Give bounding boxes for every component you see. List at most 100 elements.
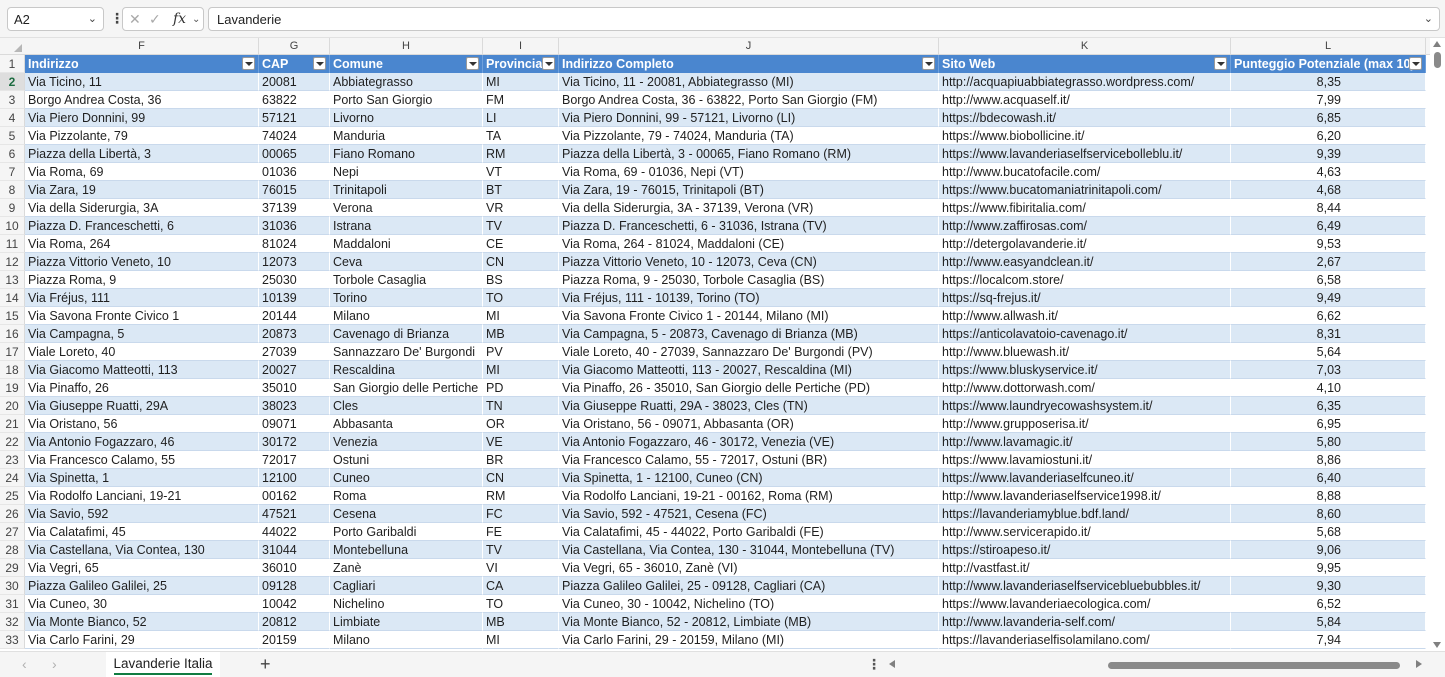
table-cell[interactable]: CN xyxy=(483,253,559,271)
table-cell[interactable]: 25030 xyxy=(259,271,330,289)
table-cell[interactable]: Via Campagna, 5 - 20873, Cavenago di Bri… xyxy=(559,325,939,343)
row-number[interactable]: 21 xyxy=(0,415,25,433)
chevron-down-icon[interactable]: ⌄ xyxy=(88,12,97,25)
table-cell[interactable]: FE xyxy=(483,523,559,541)
table-cell[interactable]: 8,44 xyxy=(1231,199,1426,217)
table-cell[interactable]: http://www.zaffirosas.com/ xyxy=(939,217,1231,235)
table-cell[interactable]: http://vastfast.it/ xyxy=(939,559,1231,577)
table-cell[interactable]: Livorno xyxy=(330,109,483,127)
table-cell[interactable]: 37139 xyxy=(259,199,330,217)
table-cell[interactable]: https://www.lavamiostuni.it/ xyxy=(939,451,1231,469)
filter-dropdown-icon[interactable] xyxy=(1214,57,1227,70)
table-cell[interactable]: Via Giacomo Matteotti, 113 - 20027, Resc… xyxy=(559,361,939,379)
table-cell[interactable]: TO xyxy=(483,289,559,307)
table-cell[interactable]: Via Savona Fronte Civico 1 xyxy=(25,307,259,325)
row-number[interactable]: 7 xyxy=(0,163,25,181)
table-cell[interactable]: Piazza Roma, 9 xyxy=(25,271,259,289)
table-cell[interactable]: Abbiategrasso xyxy=(330,73,483,91)
table-cell[interactable]: 20873 xyxy=(259,325,330,343)
column-header-j[interactable]: J xyxy=(559,38,939,55)
row-number[interactable]: 32 xyxy=(0,613,25,631)
insert-function-icon[interactable]: fx xyxy=(173,11,186,27)
table-cell[interactable]: Porto Garibaldi xyxy=(330,523,483,541)
table-cell[interactable]: CE xyxy=(483,235,559,253)
row-number[interactable]: 29 xyxy=(0,559,25,577)
table-cell[interactable]: Cuneo xyxy=(330,469,483,487)
table-cell[interactable]: Via Castellana, Via Contea, 130 xyxy=(25,541,259,559)
table-cell[interactable]: 35010 xyxy=(259,379,330,397)
table-cell[interactable]: Via Ticino, 11 xyxy=(25,73,259,91)
table-cell[interactable]: Sannazzaro De' Burgondi xyxy=(330,343,483,361)
table-cell[interactable]: https://www.laundryecowashsystem.it/ xyxy=(939,397,1231,415)
row-number[interactable]: 23 xyxy=(0,451,25,469)
table-cell[interactable]: 6,40 xyxy=(1231,469,1426,487)
table-cell[interactable]: 47521 xyxy=(259,505,330,523)
table-cell[interactable]: Cagliari xyxy=(330,577,483,595)
header-cell[interactable]: Comune xyxy=(330,55,483,73)
table-cell[interactable]: Via Carlo Farini, 29 xyxy=(25,631,259,649)
table-cell[interactable]: PD xyxy=(483,379,559,397)
row-number[interactable]: 31 xyxy=(0,595,25,613)
formula-input[interactable]: Lavanderie ⌄ xyxy=(208,7,1440,31)
table-cell[interactable]: 9,53 xyxy=(1231,235,1426,253)
table-cell[interactable]: 20144 xyxy=(259,307,330,325)
scroll-left-icon[interactable] xyxy=(889,660,895,668)
table-cell[interactable]: Trinitapoli xyxy=(330,181,483,199)
filter-dropdown-icon[interactable] xyxy=(313,57,326,70)
table-cell[interactable]: 9,30 xyxy=(1231,577,1426,595)
table-cell[interactable]: Viale Loreto, 40 - 27039, Sannazzaro De'… xyxy=(559,343,939,361)
table-cell[interactable]: Via Fréjus, 111 xyxy=(25,289,259,307)
table-cell[interactable]: BT xyxy=(483,181,559,199)
table-cell[interactable]: 20159 xyxy=(259,631,330,649)
table-cell[interactable]: 5,68 xyxy=(1231,523,1426,541)
name-box[interactable]: A2 ⌄ xyxy=(7,7,104,31)
vertical-scroll-thumb[interactable] xyxy=(1434,52,1441,68)
table-cell[interactable]: 4,10 xyxy=(1231,379,1426,397)
table-cell[interactable]: http://www.grupposerisa.it/ xyxy=(939,415,1231,433)
table-cell[interactable]: Via Rodolfo Lanciani, 19-21 - 00162, Rom… xyxy=(559,487,939,505)
header-cell[interactable]: Indirizzo xyxy=(25,55,259,73)
table-cell[interactable]: Piazza D. Franceschetti, 6 - 31036, Istr… xyxy=(559,217,939,235)
table-cell[interactable]: 6,62 xyxy=(1231,307,1426,325)
table-cell[interactable]: http://www.acquaself.it/ xyxy=(939,91,1231,109)
table-cell[interactable]: Via della Siderurgia, 3A - 37139, Verona… xyxy=(559,199,939,217)
table-cell[interactable]: Via Francesco Calamo, 55 xyxy=(25,451,259,469)
row-number[interactable]: 18 xyxy=(0,361,25,379)
table-cell[interactable]: 5,64 xyxy=(1231,343,1426,361)
table-cell[interactable]: San Giorgio delle Pertiche xyxy=(330,379,483,397)
header-cell[interactable]: Sito Web xyxy=(939,55,1231,73)
table-cell[interactable]: Via Savio, 592 xyxy=(25,505,259,523)
table-cell[interactable]: http://acquapiuabbiategrasso.wordpress.c… xyxy=(939,73,1231,91)
expand-formula-icon[interactable]: ⌄ xyxy=(1424,12,1433,25)
table-cell[interactable]: 10042 xyxy=(259,595,330,613)
scroll-up-icon[interactable] xyxy=(1433,41,1441,47)
table-cell[interactable]: Via Cuneo, 30 xyxy=(25,595,259,613)
table-cell[interactable]: 38023 xyxy=(259,397,330,415)
table-cell[interactable]: TA xyxy=(483,127,559,145)
table-cell[interactable]: Venezia xyxy=(330,433,483,451)
table-cell[interactable]: Verona xyxy=(330,199,483,217)
table-cell[interactable]: Piazza Galileo Galilei, 25 xyxy=(25,577,259,595)
table-cell[interactable]: 7,03 xyxy=(1231,361,1426,379)
table-cell[interactable]: 72017 xyxy=(259,451,330,469)
table-cell[interactable]: CA xyxy=(483,577,559,595)
table-cell[interactable]: 6,35 xyxy=(1231,397,1426,415)
table-cell[interactable]: 12100 xyxy=(259,469,330,487)
table-cell[interactable]: 12073 xyxy=(259,253,330,271)
spreadsheet-grid[interactable]: FGHIJKL 1IndirizzoCAPComuneProvinciaIndi… xyxy=(0,38,1430,651)
table-cell[interactable]: Ostuni xyxy=(330,451,483,469)
table-cell[interactable]: FC xyxy=(483,505,559,523)
table-cell[interactable]: 63822 xyxy=(259,91,330,109)
table-cell[interactable]: VE xyxy=(483,433,559,451)
table-cell[interactable]: 6,20 xyxy=(1231,127,1426,145)
table-cell[interactable]: http://www.bucatofacile.com/ xyxy=(939,163,1231,181)
table-cell[interactable]: https://localcom.store/ xyxy=(939,271,1231,289)
row-number[interactable]: 8 xyxy=(0,181,25,199)
table-cell[interactable]: 31036 xyxy=(259,217,330,235)
next-sheet-icon[interactable]: › xyxy=(52,656,57,672)
table-cell[interactable]: 81024 xyxy=(259,235,330,253)
row-number[interactable]: 11 xyxy=(0,235,25,253)
table-cell[interactable]: 2,67 xyxy=(1231,253,1426,271)
table-cell[interactable]: Via Pinaffo, 26 - 35010, San Giorgio del… xyxy=(559,379,939,397)
table-cell[interactable]: https://www.bucatomaniatrinitapoli.com/ xyxy=(939,181,1231,199)
